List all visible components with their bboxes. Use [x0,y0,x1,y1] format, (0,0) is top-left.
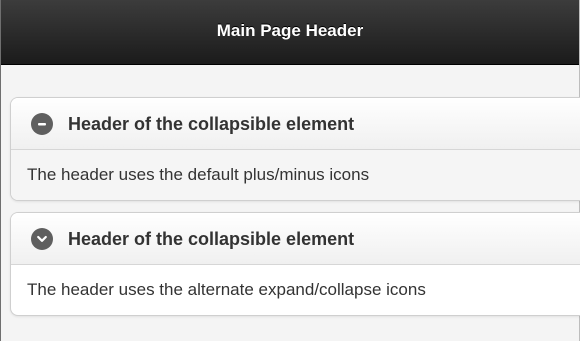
collapsible-default: Header of the collapsible element The he… [10,97,580,201]
page-title: Main Page Header [216,20,364,40]
page-header: Main Page Header [1,0,579,65]
collapsible-alternate: Header of the collapsible element The he… [10,212,580,316]
collapsible-body: The header uses the alternate expand/col… [27,280,426,299]
collapsible-body: The header uses the default plus/minus i… [11,150,580,200]
minus-icon [31,112,53,135]
content: Header of the collapsible element The he… [1,65,580,316]
collapsible-header-default[interactable]: Header of the collapsible element [11,98,580,150]
collapsible-title: Header of the collapsible element [68,228,355,249]
chevron-down-icon [31,227,53,250]
collapsible-title: Header of the collapsible element [68,113,355,134]
page: Main Page Header Header of the collapsib… [0,0,580,341]
collapsible-header-alternate[interactable]: Header of the collapsible element [11,213,580,265]
